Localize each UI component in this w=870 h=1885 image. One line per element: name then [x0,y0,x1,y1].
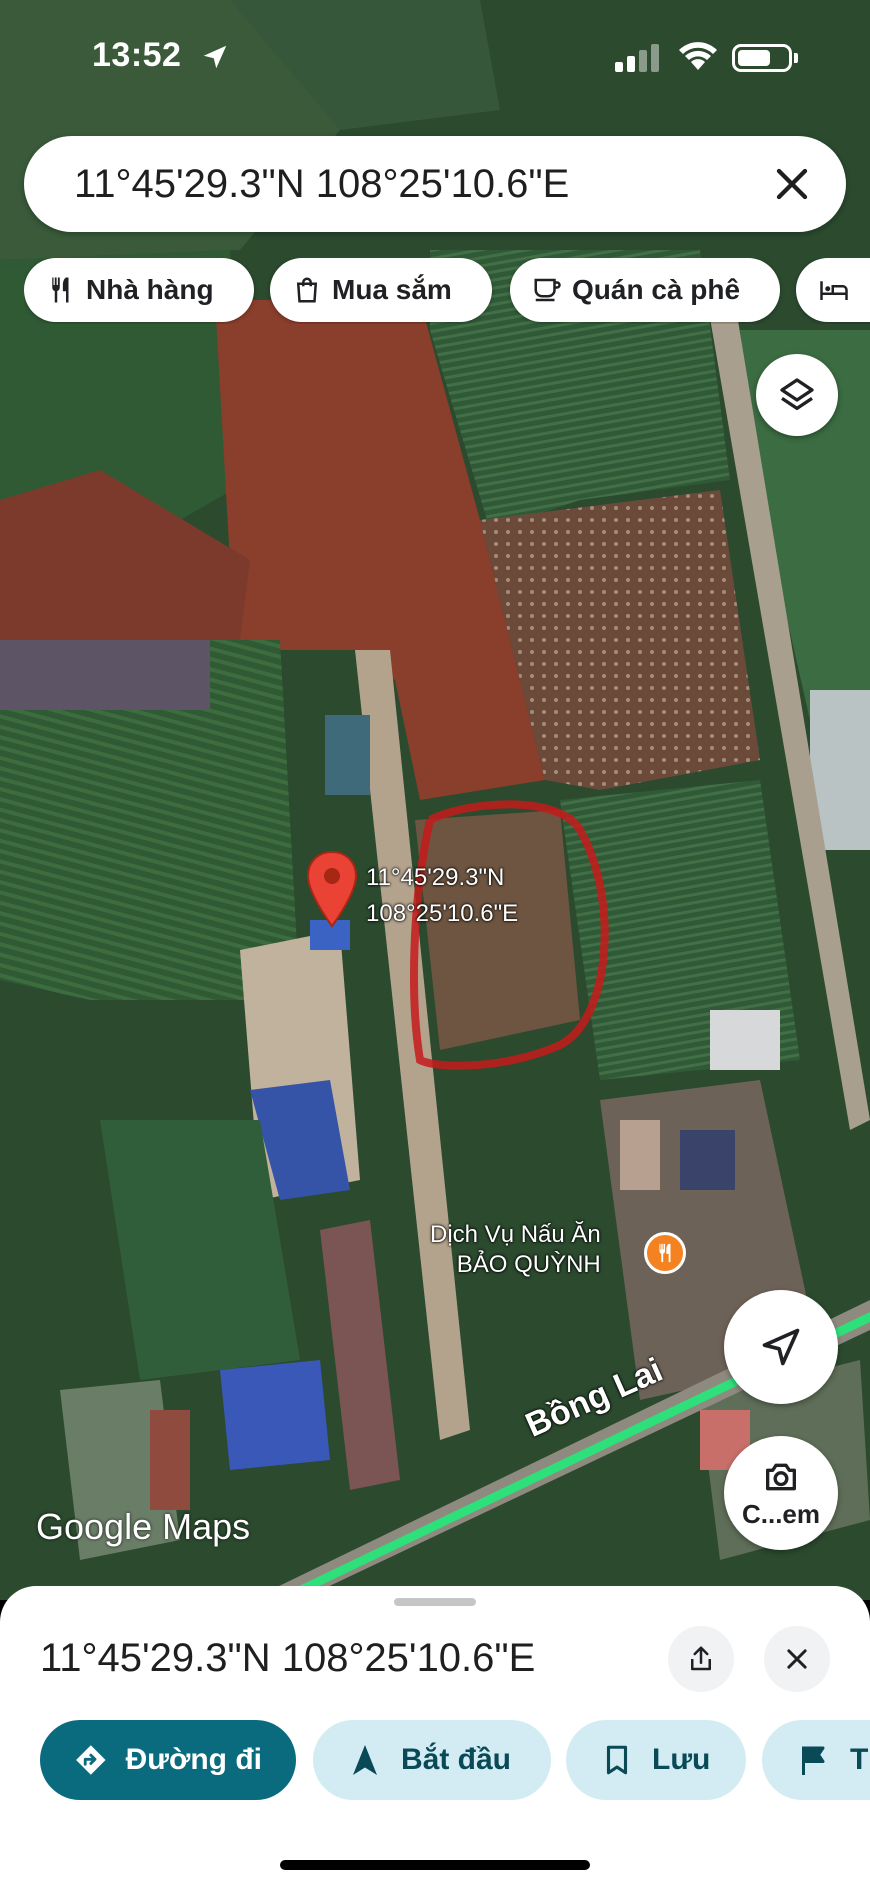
sheet-close-button[interactable] [764,1626,830,1692]
chip-label: Quán cà phê [572,274,741,305]
camera-icon [766,1463,796,1490]
sheet-drag-handle[interactable] [394,1598,476,1606]
flag-icon [802,1746,825,1775]
poi-name-line1: Dịch Vụ Nấu Ăn [430,1221,601,1248]
chip-label: Nhà hàng [86,274,214,305]
close-icon [787,1649,807,1669]
poi-label[interactable]: Dịch Vụ Nấu Ăn BẢO QUỲNH [430,1220,601,1280]
chip-hotels[interactable] [796,258,870,322]
start-button[interactable]: Bắt đầu [313,1720,551,1800]
label-button[interactable]: T [762,1720,870,1800]
pin-lat: 11°45'29.3"N [366,864,505,891]
pin-coordinates-label: 11°45'29.3"N 108°25'10.6"E [366,860,518,932]
camera-search-button[interactable]: C...em [724,1436,838,1550]
share-button[interactable] [668,1626,734,1692]
coffee-cup-icon [534,278,561,302]
status-time: 13:52 [92,36,182,74]
layers-icon [780,378,814,410]
label-label: T [850,1743,869,1776]
navigation-arrow-icon [353,1745,377,1775]
chip-cafe[interactable]: Quán cà phê [510,258,780,322]
category-chips: Nhà hàng Mua sắm Quán cà phê [24,258,870,324]
home-indicator[interactable] [280,1860,590,1870]
wifi-icon [679,42,717,70]
search-bar[interactable]: 11°45'29.3"N 108°25'10.6"E [24,136,846,232]
location-pin-icon[interactable] [306,850,358,928]
fork-knife-icon [52,277,69,303]
search-query[interactable]: 11°45'29.3"N 108°25'10.6"E [74,162,569,207]
pin-lng: 108°25'10.6"E [366,900,519,927]
directions-icon [76,1745,106,1775]
battery-icon [732,44,792,72]
share-icon [691,1646,711,1671]
close-icon[interactable] [766,158,818,210]
location-arrow-icon [203,45,227,69]
action-buttons: Đường đi Bắt đầu Lưu T [40,1720,870,1802]
place-title: 11°45'29.3"N 108°25'10.6"E [40,1636,536,1680]
layers-button[interactable] [756,354,838,436]
directions-button[interactable]: Đường đi [40,1720,296,1800]
battery-tip [794,53,798,63]
restaurant-icon[interactable] [644,1232,686,1274]
start-label: Bắt đầu [401,1743,512,1776]
status-bar: 13:52 [0,0,870,110]
navigation-arrow-icon [762,1328,800,1366]
save-button[interactable]: Lưu [566,1720,746,1800]
chip-restaurants[interactable]: Nhà hàng [24,258,254,322]
chip-shopping[interactable]: Mua sắm [270,258,492,322]
bed-icon [820,281,848,300]
chip-label: Mua sắm [332,274,452,305]
directions-label: Đường đi [125,1743,262,1776]
camera-button-label: C...em [741,1498,821,1529]
save-label: Lưu [652,1743,711,1776]
google-maps-watermark: Google Maps [36,1506,251,1547]
cellular-signal-icon [615,44,659,72]
bookmark-icon [606,1745,628,1775]
shopping-bag-icon [296,277,318,303]
my-location-button[interactable] [724,1290,838,1404]
poi-name-line2: BẢO QUỲNH [456,1251,601,1278]
place-bottom-sheet: 11°45'29.3"N 108°25'10.6"E Đường đi Bắt … [0,1586,870,1885]
